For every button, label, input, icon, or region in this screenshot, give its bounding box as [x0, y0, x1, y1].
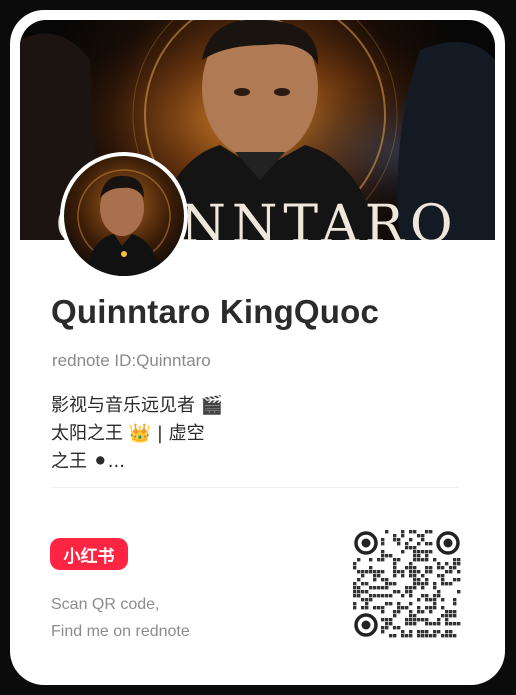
qr-finder-icon: [354, 613, 378, 637]
scan-instructions: Scan QR code, Find me on rednote: [51, 591, 190, 645]
profile-bio: 影视与音乐远见者 🎬 太阳之王 👑 | 虚空 之王 ⚫...: [51, 392, 223, 476]
bio-line: 影视与音乐远见者 🎬: [51, 395, 224, 416]
divider: [51, 487, 459, 488]
qr-finder-icon: [354, 531, 378, 555]
profile-name: Quinntaro KingQuoc: [51, 293, 380, 330]
scan-line: Find me on rednote: [51, 623, 190, 640]
qr-code[interactable]: [353, 530, 461, 638]
qr-finder-icon: [436, 531, 460, 555]
bio-line: 之王 ⚫...: [51, 451, 125, 472]
bio-line: 太阳之王 👑 | 虚空: [51, 423, 205, 444]
scan-line: Scan QR code,: [51, 596, 160, 613]
rednote-id: rednote ID:Quinntaro: [52, 351, 211, 370]
rednote-logo: 小红书: [50, 538, 128, 570]
avatar[interactable]: [60, 152, 188, 280]
